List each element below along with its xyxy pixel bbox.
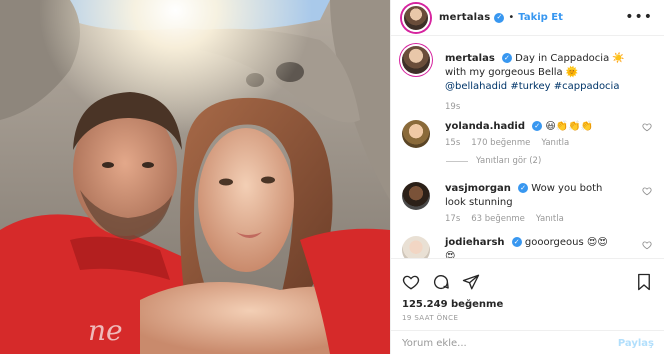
view-replies-button[interactable]: Yanıtları gör (2) <box>446 156 541 166</box>
comment-meta: 17s 63 beğenme Yanıtla <box>445 214 564 224</box>
bookmark-icon[interactable] <box>636 273 652 291</box>
comment-time: 15s <box>445 138 461 148</box>
caption-mention[interactable]: @bellahadid <box>445 81 507 92</box>
comment-composer: Paylaş <box>391 330 664 354</box>
comments-list[interactable]: mertalas ✓ Day in Cappadocia ☀️ with my … <box>391 36 664 258</box>
view-replies-label: Yanıtları gör (2) <box>476 156 542 166</box>
comment-avatar[interactable] <box>402 236 430 258</box>
post-photo[interactable]: ne <box>0 0 390 354</box>
verified-badge-icon: ✓ <box>501 53 512 63</box>
comment-likes[interactable]: 170 beğenme <box>471 138 530 148</box>
comment-likes[interactable]: 63 beğenme <box>471 214 525 224</box>
comment-body: Wow you both <box>531 183 603 194</box>
header-separator: • <box>508 12 515 23</box>
comment-avatar[interactable] <box>402 120 430 148</box>
comment-username[interactable]: yolanda.hadid <box>445 121 525 132</box>
caption-hashtag-cappadocia[interactable]: #cappadocia <box>554 81 620 92</box>
caption-time: 19s <box>445 102 461 112</box>
author-avatar[interactable] <box>402 3 430 32</box>
replies-divider <box>446 160 468 162</box>
comment-item: vasjmorgan ✓ Wow you both look stunning … <box>402 182 652 226</box>
caption-hashtag-turkey[interactable]: #turkey <box>510 81 550 92</box>
verified-badge-icon: ✓ <box>532 121 543 131</box>
follow-button[interactable]: Takip Et <box>518 12 563 23</box>
comment-text: jodieharsh ✓ gooorgeous 😍😍 😍 <box>445 236 645 258</box>
caption: mertalas ✓ Day in Cappadocia ☀️ with my … <box>402 46 652 112</box>
comment-icon[interactable] <box>432 273 450 291</box>
likes-count[interactable]: 125.249 beğenme <box>402 299 503 310</box>
post-side-panel: mertalas ✓ • Takip Et ••• mertalas ✓ Day… <box>390 0 664 354</box>
comment-avatar[interactable] <box>402 182 430 210</box>
comment-like-heart-icon[interactable] <box>642 186 652 196</box>
svg-text:ne: ne <box>88 314 123 347</box>
verified-badge-icon: ✓ <box>511 237 522 247</box>
comment-username[interactable]: jodieharsh <box>445 237 505 248</box>
caption-text: mertalas ✓ Day in Cappadocia ☀️ with my … <box>445 52 645 94</box>
comment-username[interactable]: vasjmorgan <box>445 183 511 194</box>
comment-time: 17s <box>445 214 461 224</box>
caption-line-2: with my gorgeous Bella 🌞 <box>445 67 579 78</box>
comment-text: yolanda.hadid ✓ 😃👏👏👏 <box>445 120 645 134</box>
comment-reply-button[interactable]: Yanıtla <box>541 138 569 148</box>
comment-input[interactable] <box>402 337 618 349</box>
caption-username[interactable]: mertalas <box>445 53 495 64</box>
more-options-icon[interactable]: ••• <box>625 9 653 25</box>
post-header: mertalas ✓ • Takip Et ••• <box>391 0 664 36</box>
caption-line-1: Day in Cappadocia ☀️ <box>515 53 625 64</box>
action-icons <box>402 273 480 291</box>
comment-body: gooorgeous 😍😍 <box>524 237 608 248</box>
comment-item: jodieharsh ✓ gooorgeous 😍😍 😍 <box>402 236 652 258</box>
comment-body: 😃👏👏👏 <box>545 121 594 132</box>
verified-badge-icon: ✓ <box>494 12 505 23</box>
photo-illustration: ne <box>0 0 390 354</box>
comment-body-line-2: look stunning <box>445 197 513 208</box>
author-username[interactable]: mertalas <box>439 12 490 23</box>
comment-like-heart-icon[interactable] <box>642 240 652 250</box>
verified-badge-icon: ✓ <box>518 183 529 193</box>
comment-reply-button[interactable]: Yanıtla <box>536 214 564 224</box>
post-actions: 125.249 beğenme 19 SAAT ÖNCE Paylaş <box>391 258 664 354</box>
comment-body-line-2: 😍 <box>445 251 456 258</box>
share-comment-button[interactable]: Paylaş <box>618 338 654 349</box>
send-icon[interactable] <box>462 273 480 291</box>
post-timestamp[interactable]: 19 SAAT ÖNCE <box>402 314 458 322</box>
comment-meta: 15s 170 beğenme Yanıtla <box>445 138 569 148</box>
caption-avatar[interactable] <box>402 46 430 74</box>
caption-meta: 19s <box>445 102 460 112</box>
comment-text: vasjmorgan ✓ Wow you both look stunning <box>445 182 645 210</box>
comment-like-heart-icon[interactable] <box>642 122 652 132</box>
heart-icon[interactable] <box>402 273 420 291</box>
